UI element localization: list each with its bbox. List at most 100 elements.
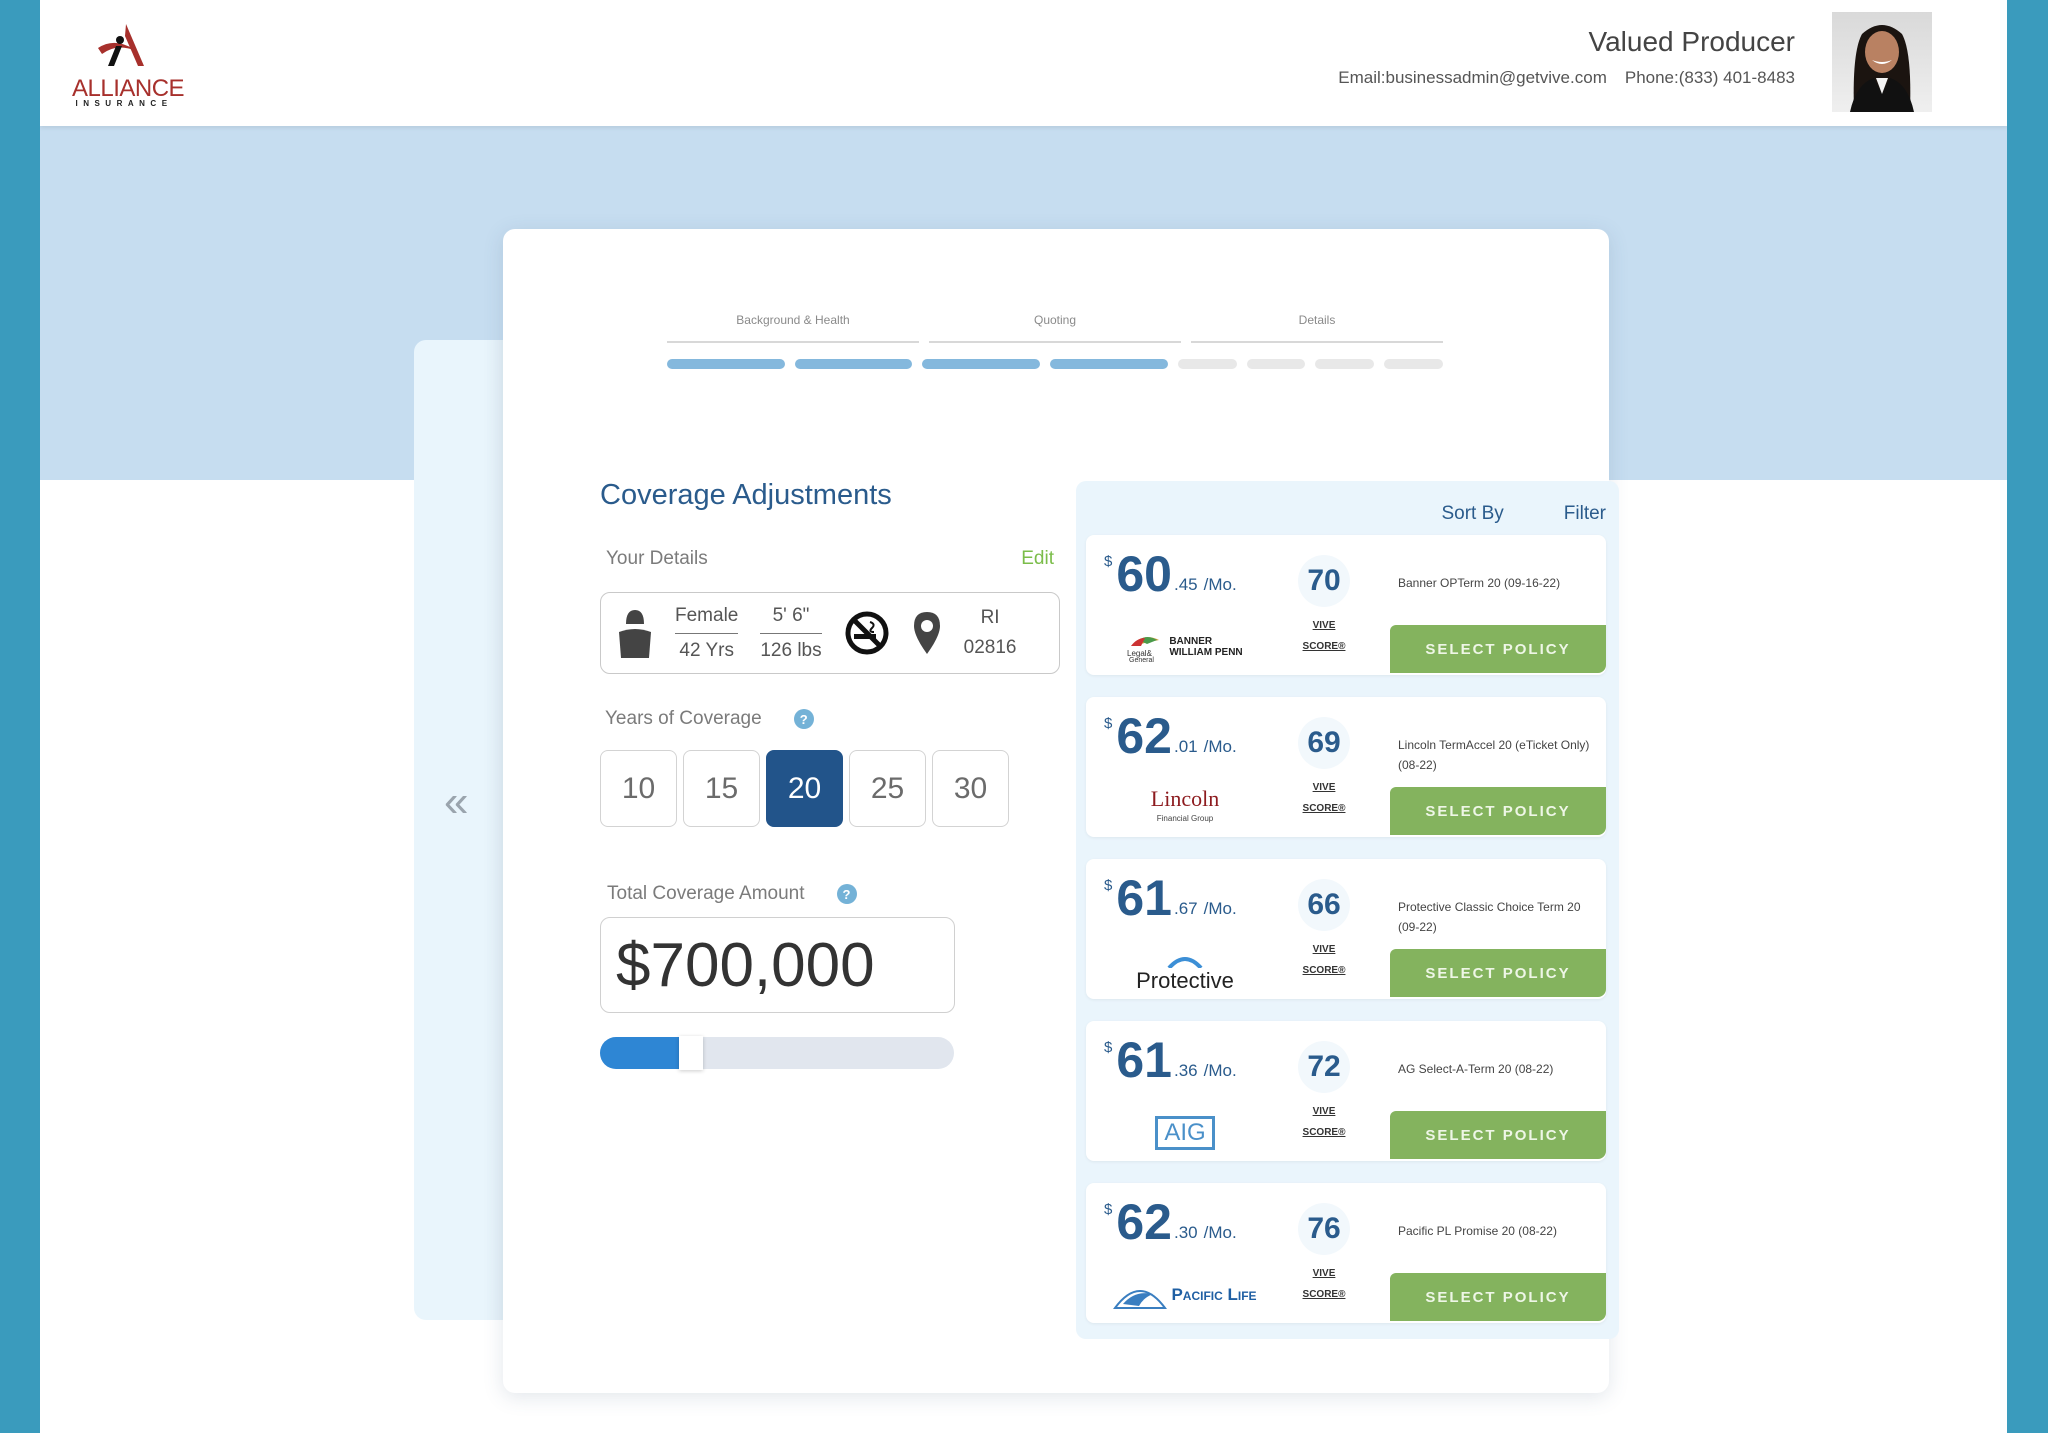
vive-score-value: 72 xyxy=(1298,1041,1350,1093)
coverage-amount-slider[interactable] xyxy=(600,1036,954,1070)
vive-label: VIVE xyxy=(1312,620,1336,631)
select-policy-button[interactable]: SELECT POLICY xyxy=(1390,1273,1606,1321)
price-period: /Mo. xyxy=(1203,1223,1237,1242)
year-option-15[interactable]: 15 xyxy=(683,750,760,827)
company-logo[interactable]: ALLIANCE INSURANCE xyxy=(72,22,185,108)
user-photo-icon xyxy=(1850,25,1914,112)
lincoln-logo: Lincoln Financial Group xyxy=(1150,786,1220,829)
carrier-logo: Pacific Life xyxy=(1110,1275,1260,1315)
progress-segment xyxy=(1050,359,1168,369)
carrier-name: Pacific Life xyxy=(1171,1285,1257,1304)
producer-phone: Phone:(833) 401-8483 xyxy=(1624,68,1795,87)
sort-by-button[interactable]: Sort By xyxy=(1441,503,1503,525)
producer-name: Valued Producer xyxy=(1588,26,1796,57)
score-label: SCORE® xyxy=(1302,965,1346,976)
whale-logo-icon xyxy=(1113,1290,1168,1309)
help-icon[interactable]: ? xyxy=(836,884,857,904)
price-period: /Mo. xyxy=(1203,737,1237,756)
plan-name: Pacific PL Promise 20 (08-22) xyxy=(1398,1224,1557,1238)
plan-name: Banner OPTerm 20 (09-16-22) xyxy=(1398,576,1561,590)
producer-email: Email:businessadmin@getvive.com xyxy=(1338,68,1607,87)
filter-button[interactable]: Filter xyxy=(1564,503,1606,525)
price-cents: .67 xyxy=(1173,899,1198,918)
progress-segment xyxy=(1315,359,1375,369)
price-cents: .45 xyxy=(1173,575,1198,594)
vive-score-link[interactable]: VIVE SCORE® xyxy=(1294,939,1354,981)
year-option-10[interactable]: 10 xyxy=(600,750,677,827)
select-policy-button[interactable]: SELECT POLICY xyxy=(1390,787,1606,835)
carrier-name: Lincoln xyxy=(1150,786,1220,811)
monthly-price: $ 61 .67 /Mo. xyxy=(1104,873,1237,923)
quote-card: $ 62 .30 /Mo. Pacific Life 76 VIVE SCORE… xyxy=(1086,1183,1606,1323)
price-cents: .36 xyxy=(1173,1061,1198,1080)
producer-contact: Email:businessadmin@getvive.com Phone:(83… xyxy=(1338,68,1795,88)
collapse-chevron-icon[interactable]: « xyxy=(444,780,468,824)
umbrella-logo-icon: Legal&General xyxy=(1127,637,1160,662)
carrier-logo: AIG xyxy=(1110,1113,1260,1153)
years-label-text: Years of Coverage xyxy=(605,708,762,729)
vive-score-link[interactable]: VIVE SCORE® xyxy=(1294,777,1354,819)
producer-info: Valued Producer Email:businessadmin@getv… xyxy=(1338,26,1795,88)
price-period: /Mo. xyxy=(1203,1061,1237,1080)
year-option-30[interactable]: 30 xyxy=(932,750,1009,827)
score-label: SCORE® xyxy=(1302,1127,1346,1138)
vive-label: VIVE xyxy=(1312,1106,1336,1117)
select-policy-button[interactable]: SELECT POLICY xyxy=(1390,625,1606,673)
select-policy-button[interactable]: SELECT POLICY xyxy=(1390,949,1606,997)
main-card: Background & Health Quoting Details Cove… xyxy=(503,229,1619,1393)
age-value: 42 Yrs xyxy=(679,639,734,661)
vive-score-value: 66 xyxy=(1298,879,1350,931)
pacific-life-logo: Pacific Life xyxy=(1113,1280,1257,1310)
carrier-name: Protective xyxy=(1136,968,1234,993)
vive-label: VIVE xyxy=(1312,782,1336,793)
price-whole: 62 xyxy=(1116,708,1172,764)
protective-logo: Protective xyxy=(1136,951,1234,993)
score-label: SCORE® xyxy=(1302,641,1346,652)
weight-value: 126 lbs xyxy=(760,639,822,661)
currency-symbol: $ xyxy=(1104,1039,1113,1056)
monthly-price: $ 62 .01 /Mo. xyxy=(1104,711,1237,761)
step-label-details: Details xyxy=(1191,313,1443,343)
coverage-amount-input[interactable]: $700,000 xyxy=(600,917,955,1013)
location: RI 02816 xyxy=(964,603,1017,663)
currency-symbol: $ xyxy=(1104,553,1113,570)
progress-segment xyxy=(1246,359,1306,369)
price-period: /Mo. xyxy=(1203,575,1237,594)
vive-score-link[interactable]: VIVE SCORE® xyxy=(1294,615,1354,657)
quote-card: $ 60 .45 /Mo. Legal& General BANNER WILLIA… xyxy=(1086,535,1606,675)
total-coverage-label: Total Coverage Amount ? xyxy=(600,883,1060,905)
quotes-panel: Sort By Filter $ 60 .45 /Mo. Legal& Gener… xyxy=(1076,481,1619,1339)
price-cents: .30 xyxy=(1173,1223,1198,1242)
height-value: 5' 6" xyxy=(760,605,822,634)
svg-text:General: General xyxy=(1129,657,1154,662)
help-icon[interactable]: ? xyxy=(793,709,814,729)
vive-score-value: 69 xyxy=(1298,717,1350,769)
year-option-25[interactable]: 25 xyxy=(849,750,926,827)
vive-label: VIVE xyxy=(1312,1268,1336,1279)
section-title: Coverage Adjustments xyxy=(600,479,892,511)
height-weight: 5' 6" 126 lbs xyxy=(760,605,822,662)
monthly-price: $ 61 .36 /Mo. xyxy=(1104,1035,1237,1085)
zip-value: 02816 xyxy=(963,637,1017,658)
map-pin-icon xyxy=(913,612,940,654)
slider-thumb[interactable] xyxy=(679,1036,704,1070)
vive-score-link[interactable]: VIVE SCORE® xyxy=(1294,1101,1354,1143)
vive-score-link[interactable]: VIVE SCORE® xyxy=(1294,1263,1354,1305)
state-value: RI xyxy=(980,607,1000,628)
score-label: SCORE® xyxy=(1302,1289,1346,1300)
select-policy-button[interactable]: SELECT POLICY xyxy=(1390,1111,1606,1159)
coverage-panel: Coverage Adjustments Your Details Edit F… xyxy=(600,479,1060,1070)
price-whole: 61 xyxy=(1116,1032,1172,1088)
carrier-logo: Protective xyxy=(1110,951,1260,993)
currency-symbol: $ xyxy=(1104,877,1113,894)
logo-text: ALLIANCE xyxy=(72,75,185,102)
header: ALLIANCE INSURANCE Valued Producer Email… xyxy=(40,0,2007,126)
currency-symbol: $ xyxy=(1104,1201,1113,1218)
details-summary: Female 42 Yrs 5' 6" 126 lbs RI 02816 xyxy=(600,592,1060,674)
score-label: SCORE® xyxy=(1302,803,1346,814)
edit-details-link[interactable]: Edit xyxy=(1021,548,1054,570)
quote-card: $ 61 .67 /Mo. Protective 66 VIVE SCORE® … xyxy=(1086,859,1606,999)
progress-segment xyxy=(1177,359,1237,369)
year-option-20[interactable]: 20 xyxy=(766,750,843,827)
carrier-logo: Legal& General BANNER WILLIAM PENN xyxy=(1110,627,1260,667)
